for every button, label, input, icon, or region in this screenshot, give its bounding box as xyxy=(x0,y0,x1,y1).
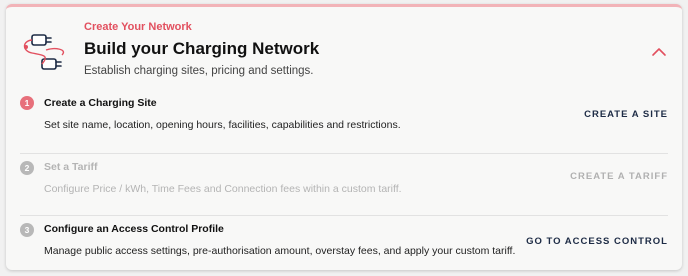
go-to-access-control-button[interactable]: GO TO ACCESS CONTROL xyxy=(526,236,668,247)
step-title: Create a Charging Site xyxy=(44,97,157,109)
chevron-up-icon[interactable] xyxy=(650,45,668,59)
step-access-control: 3 Configure an Access Control Profile Ma… xyxy=(20,215,668,270)
section-eyebrow: Create Your Network xyxy=(84,21,192,33)
step-title: Configure an Access Control Profile xyxy=(44,223,224,235)
step-title: Set a Tariff xyxy=(44,161,98,173)
step-description: Configure Price / kWh, Time Fees and Con… xyxy=(44,183,402,195)
step-set-tariff: 2 Set a Tariff Configure Price / kWh, Ti… xyxy=(20,153,668,215)
card-header: Create Your Network Build your Charging … xyxy=(6,7,682,87)
build-network-card: Create Your Network Build your Charging … xyxy=(6,4,682,270)
create-site-button[interactable]: CREATE A SITE xyxy=(584,109,668,120)
card-title: Build your Charging Network xyxy=(84,39,320,58)
step-number-badge: 2 xyxy=(20,161,34,175)
step-number-badge: 1 xyxy=(20,96,34,110)
card-subtitle: Establish charging sites, pricing and se… xyxy=(84,65,314,77)
step-description: Manage public access settings, pre-autho… xyxy=(44,245,516,257)
step-number-badge: 3 xyxy=(20,223,34,237)
create-tariff-button[interactable]: CREATE A TARIFF xyxy=(570,171,668,182)
step-description: Set site name, location, opening hours, … xyxy=(44,119,401,131)
ev-charging-cables-icon xyxy=(23,34,65,70)
step-create-site: 1 Create a Charging Site Set site name, … xyxy=(20,91,668,153)
